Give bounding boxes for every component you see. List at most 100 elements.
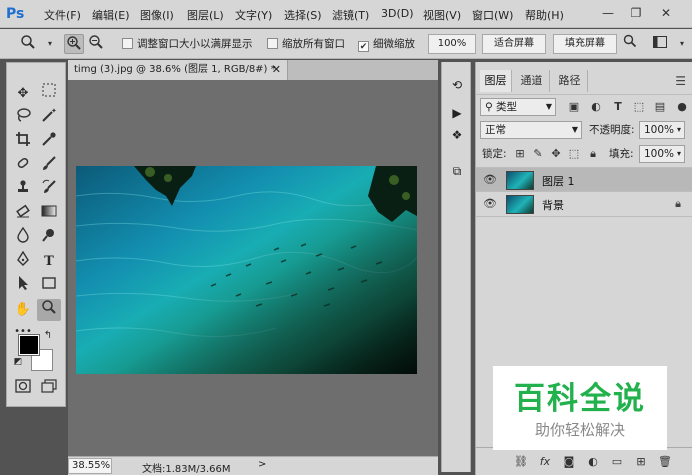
close-tab-icon[interactable]: ✕	[272, 60, 281, 80]
fit-screen-button[interactable]: 适合屏幕	[482, 34, 546, 54]
history-brush-icon[interactable]	[37, 179, 61, 201]
tab-layers[interactable]: 图层	[480, 70, 512, 92]
crop-tool-icon[interactable]	[11, 131, 35, 153]
menu-3d[interactable]: 3D(D)	[381, 7, 414, 20]
canvas-image[interactable]	[76, 166, 417, 374]
layer-row-background[interactable]: 👁︎ 背景 🔒︎	[476, 192, 692, 217]
visibility-eye-icon[interactable]: 👁︎	[483, 173, 497, 186]
add-mask-icon[interactable]: ◙	[560, 454, 578, 470]
fill-field[interactable]: 100% ▾	[639, 145, 685, 163]
move-tool-icon[interactable]: ✥	[11, 83, 35, 105]
link-layers-icon[interactable]: ⛓	[512, 454, 530, 470]
eyedropper-icon[interactable]	[37, 131, 61, 153]
filter-adjustment-icon[interactable]: ◐	[588, 98, 604, 116]
lock-fill-row: 锁定: ⊞ ✎ ✥ ⬚ 🔒︎ 填充: 100% ▾	[476, 142, 692, 166]
adjustment-layer-icon[interactable]: ◐	[584, 454, 602, 470]
zoom-all-option[interactable]: 缩放所有窗口	[267, 36, 345, 52]
close-icon[interactable]: ✕	[654, 3, 678, 23]
history-panel-icon[interactable]: ⟲	[448, 76, 466, 94]
swap-colors-icon[interactable]: ↰	[41, 329, 55, 343]
zoom-tool-icon[interactable]	[37, 299, 61, 321]
lock-transparent-icon[interactable]: ⊞	[512, 145, 528, 163]
visibility-eye-icon[interactable]: 👁︎	[483, 197, 497, 210]
menu-layer[interactable]: 图层(L)	[187, 7, 224, 23]
properties-panel-icon[interactable]: ⧉	[448, 162, 466, 180]
filter-pixel-icon[interactable]: ▣	[566, 98, 582, 116]
tab-channels[interactable]: 通道	[514, 70, 550, 92]
zoom-out-icon[interactable]	[86, 34, 106, 54]
zoom-in-icon[interactable]	[64, 34, 84, 54]
blend-mode-select[interactable]: 正常 ▼	[480, 121, 582, 139]
lock-all-icon[interactable]: 🔒︎	[585, 145, 601, 163]
filter-shape-icon[interactable]: ⬚	[631, 98, 647, 116]
marquee-tool-icon[interactable]	[37, 83, 61, 105]
tab-paths[interactable]: 路径	[552, 70, 588, 92]
menu-edit[interactable]: 编辑(E)	[92, 7, 130, 23]
lock-icon: 🔒︎	[675, 197, 681, 210]
type-tool-icon[interactable]: T	[37, 251, 61, 273]
menu-filter[interactable]: 滤镜(T)	[332, 7, 369, 23]
scrubby-zoom-label: 细微缩放	[373, 38, 415, 50]
zoom-percent-button[interactable]: 100%	[428, 34, 476, 54]
lasso-tool-icon[interactable]	[11, 107, 35, 129]
3d-panel-icon[interactable]: ❖	[448, 126, 466, 144]
path-selection-icon[interactable]	[11, 275, 35, 297]
rectangle-tool-icon[interactable]	[37, 275, 61, 297]
opacity-field[interactable]: 100% ▾	[639, 121, 685, 139]
brush-tool-icon[interactable]	[37, 155, 61, 177]
layer-filter-row: ⚲ 类型 ▼ ▣ ◐ T ⬚ ▤ ●	[476, 94, 692, 118]
zoom-all-checkbox[interactable]	[267, 38, 278, 49]
restore-icon[interactable]: ❐	[624, 3, 648, 23]
menu-help[interactable]: 帮助(H)	[525, 7, 564, 23]
new-layer-icon[interactable]: ⊞	[632, 454, 650, 470]
dodge-tool-icon[interactable]	[37, 227, 61, 249]
filter-kind-select[interactable]: ⚲ 类型 ▼	[480, 98, 556, 116]
eraser-tool-icon[interactable]	[11, 203, 35, 225]
default-colors-icon[interactable]: ◩	[11, 355, 25, 369]
screen-mode-icon[interactable]	[37, 379, 61, 401]
healing-brush-icon[interactable]	[11, 155, 35, 177]
lock-position-icon[interactable]: ✥	[548, 145, 564, 163]
lock-artboard-icon[interactable]: ⬚	[566, 145, 582, 163]
menu-file[interactable]: 文件(F)	[44, 7, 81, 23]
quick-mask-icon[interactable]	[11, 379, 35, 401]
pen-tool-icon[interactable]	[11, 250, 35, 273]
layer-row-layer1[interactable]: 👁︎ 图层 1	[476, 167, 692, 192]
blur-tool-icon[interactable]	[11, 226, 35, 249]
filter-type-icon[interactable]: T	[610, 98, 626, 116]
menu-type[interactable]: 文字(Y)	[235, 7, 272, 23]
resize-windows-checkbox[interactable]	[122, 38, 133, 49]
document-tab[interactable]: timg (3).jpg @ 38.6% (图层 1, RGB/8#) * ✕	[68, 60, 288, 80]
resize-windows-option[interactable]: 调整窗口大小以满屏显示	[122, 36, 253, 52]
search-icon[interactable]	[620, 34, 640, 54]
filter-smart-object-icon[interactable]: ▤	[652, 98, 668, 116]
status-menu-arrow[interactable]: >	[258, 459, 266, 470]
delete-layer-icon[interactable]: 🗑︎	[656, 454, 674, 470]
opacity-label: 不透明度:	[589, 124, 635, 136]
menu-view[interactable]: 视图(V)	[423, 7, 461, 23]
actions-panel-icon[interactable]: ▶	[448, 104, 466, 122]
clone-stamp-icon[interactable]	[11, 179, 35, 201]
menu-image[interactable]: 图像(I)	[140, 7, 174, 23]
filter-toggle-icon[interactable]: ●	[674, 98, 690, 116]
zoom-tool-preset-icon[interactable]	[18, 34, 38, 54]
fx-icon[interactable]: fx	[536, 454, 554, 470]
scrubby-zoom-checkbox[interactable]	[358, 41, 369, 52]
gradient-tool-icon[interactable]	[37, 203, 61, 225]
new-group-icon[interactable]: ▭	[608, 454, 626, 470]
fill-screen-button[interactable]: 填充屏幕	[553, 34, 617, 54]
menu-window[interactable]: 窗口(W)	[472, 7, 513, 23]
chevron-down-icon[interactable]: ▾	[40, 34, 60, 54]
panel-menu-icon[interactable]: ☰	[675, 74, 686, 88]
workspace-chevron-icon[interactable]: ▾	[672, 34, 692, 54]
foreground-color-swatch[interactable]	[18, 334, 40, 356]
hand-tool-icon[interactable]: ✋	[11, 299, 35, 321]
scrubby-zoom-option[interactable]: 细微缩放	[358, 36, 415, 52]
minimize-icon[interactable]: —	[596, 3, 620, 23]
zoom-level-field[interactable]: 38.55%	[68, 458, 112, 474]
workspace-icon[interactable]	[650, 34, 670, 54]
document-tab-title: timg (3).jpg @ 38.6% (图层 1, RGB/8#) *	[74, 64, 276, 75]
menu-select[interactable]: 选择(S)	[284, 7, 322, 23]
lock-image-icon[interactable]: ✎	[530, 145, 546, 163]
magic-wand-icon[interactable]: ✦	[37, 107, 61, 129]
